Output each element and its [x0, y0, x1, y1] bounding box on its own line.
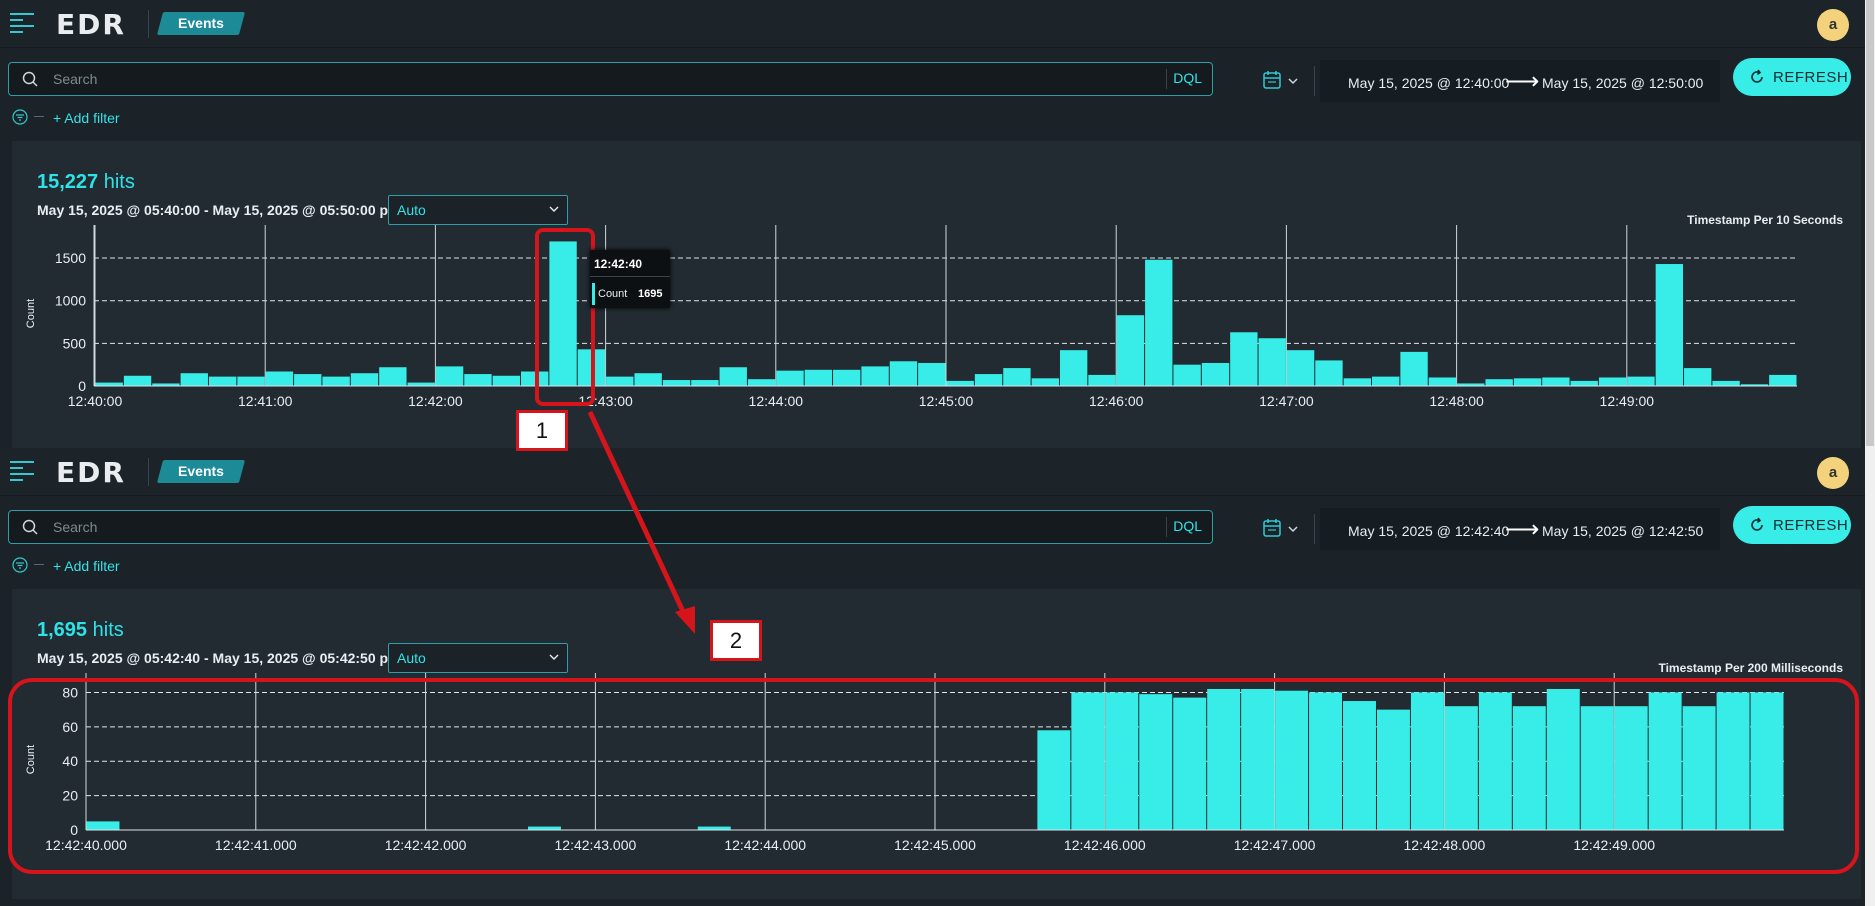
annotation-marker-1: 1	[516, 410, 568, 451]
tooltip-value: 1695	[638, 288, 663, 300]
annotation-marker-2: 2	[710, 620, 762, 661]
tooltip-divider	[590, 276, 670, 277]
page-scrollbar[interactable]	[1865, 0, 1875, 906]
tooltip-key: Count	[598, 288, 628, 300]
annotation-arrow	[587, 410, 695, 634]
tooltip-time: 12:42:40	[594, 257, 643, 271]
tooltip-swatch	[592, 283, 595, 305]
scrollbar-thumb[interactable]	[1866, 0, 1874, 446]
chart-tooltip: 12:42:40 Count 1695	[590, 250, 670, 308]
